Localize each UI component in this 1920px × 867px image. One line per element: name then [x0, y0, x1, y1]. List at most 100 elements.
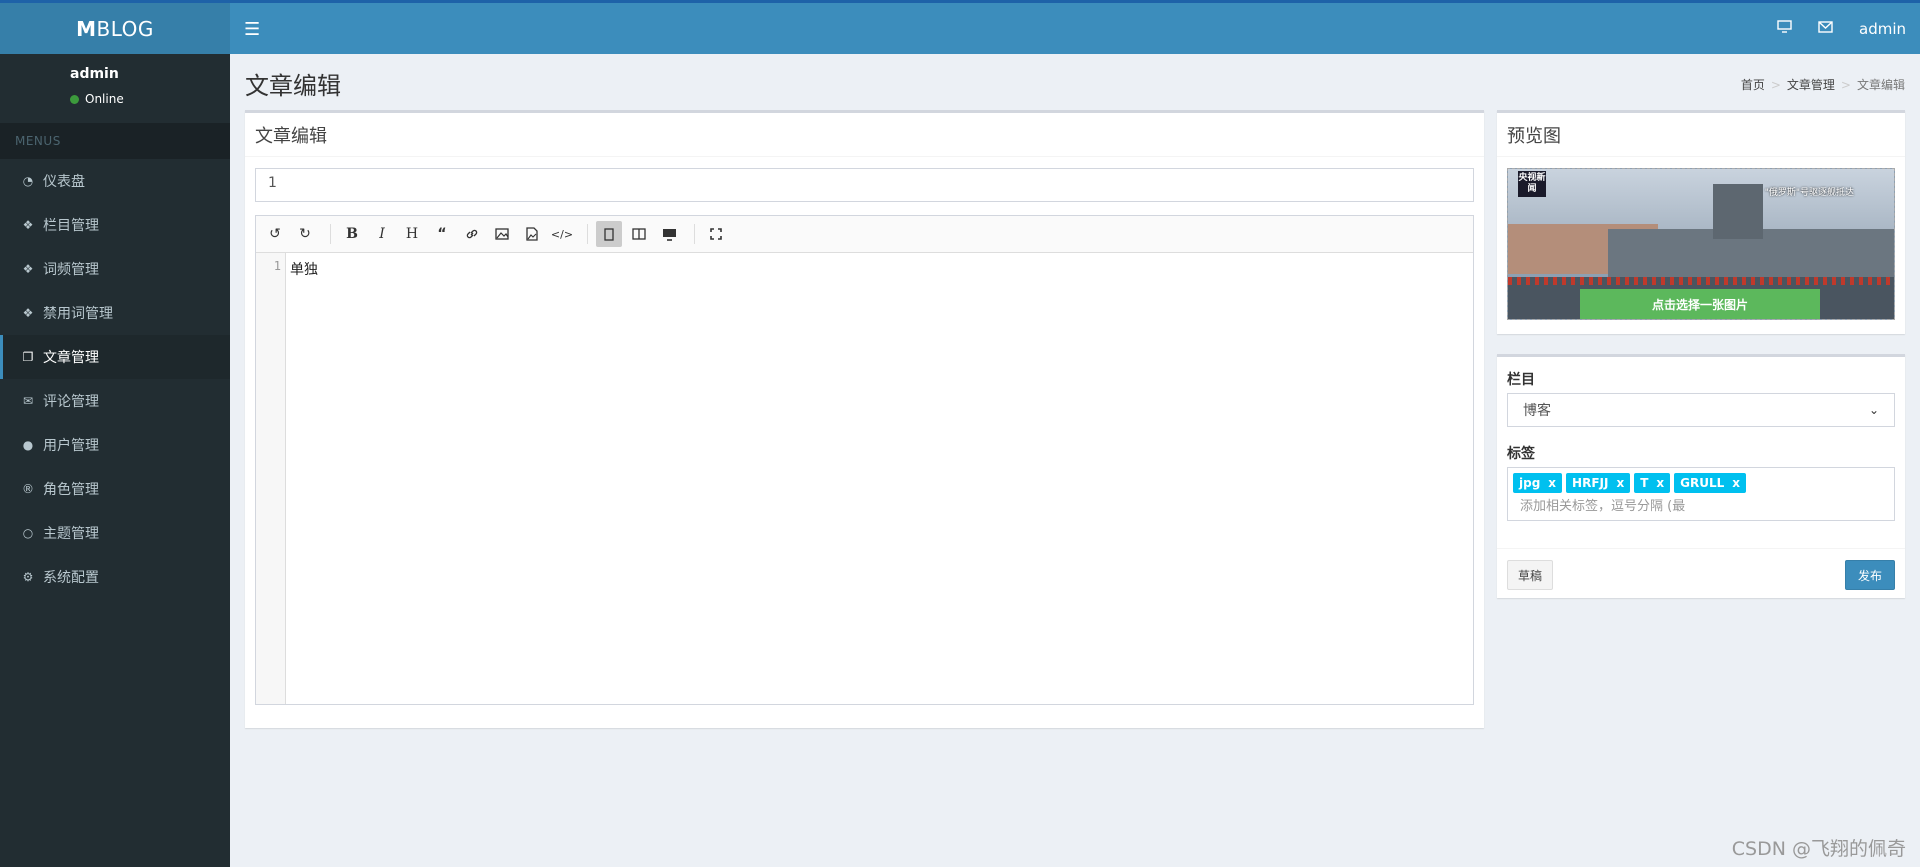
- quote-icon[interactable]: “: [429, 221, 455, 247]
- edit-mode-icon[interactable]: [596, 221, 622, 247]
- image-sky: [1508, 169, 1894, 231]
- envelope-icon[interactable]: [1818, 20, 1833, 37]
- chevron-down-icon: ⌄: [1868, 403, 1879, 417]
- choose-image-button[interactable]: 点击选择一张图片: [1580, 289, 1820, 319]
- undo-icon[interactable]: ↺: [262, 221, 288, 247]
- toolbar-divider: [694, 224, 695, 244]
- link-icon[interactable]: [459, 221, 485, 247]
- article-meta-box: 栏目 博客 ⌄ 标签 jpg x HRFJJ x Tx GRULL x 添加相关标签，逗号分…: [1497, 354, 1905, 598]
- sidebar-item[interactable]: ® 角色管理: [0, 467, 230, 511]
- navbar-user-menu[interactable]: admin: [1859, 20, 1906, 38]
- breadcrumb-separator: >: [1770, 77, 1781, 92]
- desktop-preview-icon[interactable]: [656, 221, 682, 247]
- tag-chip: HRFJJ x: [1566, 473, 1631, 493]
- app-logo[interactable]: M BLOG: [0, 3, 230, 54]
- sidebar-item-label: 主题管理: [43, 526, 99, 542]
- page-title: 文章编辑: [245, 72, 341, 100]
- editor-box: 文章编辑 1 ↺ ↻ B I H “ </> 1 单独: [245, 110, 1484, 728]
- breadcrumb-home[interactable]: 首页: [1741, 76, 1765, 93]
- sidebar-item[interactable]: ● 用户管理: [0, 423, 230, 467]
- tag-label: jpg: [1519, 476, 1541, 490]
- upload-image-icon[interactable]: [519, 221, 545, 247]
- breadcrumb-articles[interactable]: 文章管理: [1787, 76, 1835, 93]
- sidebar-item[interactable]: ◔ 仪表盘: [0, 159, 230, 203]
- footer-divider: [1497, 548, 1905, 549]
- news-logo: 央视新闻: [1518, 171, 1546, 197]
- breadcrumb-current: 文章编辑: [1856, 78, 1905, 92]
- tag-remove-icon[interactable]: x: [1732, 476, 1740, 490]
- sidebar-item[interactable]: ○ 主题管理: [0, 511, 230, 555]
- tag-list: jpg x HRFJJ x Tx GRULL x: [1513, 473, 1889, 493]
- toolbar-divider: [587, 224, 588, 244]
- sidebar-item[interactable]: ❐ 文章管理: [0, 335, 230, 379]
- image-ship-tower: [1713, 184, 1763, 239]
- navbar-right: admin: [1777, 3, 1906, 54]
- category-selected-value: 博客: [1523, 403, 1551, 419]
- sidebar-item-label: 评论管理: [43, 394, 99, 410]
- sidebar-item-label: 词频管理: [43, 262, 99, 278]
- tag-label: T: [1640, 476, 1649, 490]
- sidebar-item-label: 用户管理: [43, 438, 99, 454]
- article-title-input[interactable]: 1: [255, 168, 1474, 202]
- tag-remove-icon[interactable]: x: [1548, 476, 1556, 490]
- fullscreen-icon[interactable]: [703, 221, 729, 247]
- sidebar-item[interactable]: ❖ 栏目管理: [0, 203, 230, 247]
- sidebar-item-label: 文章管理: [43, 350, 99, 366]
- publish-button[interactable]: 发布: [1844, 560, 1895, 590]
- csdn-watermark: CSDN @飞翔的佩奇: [1731, 838, 1906, 860]
- editor-box-title: 文章编辑: [245, 113, 1484, 157]
- tags-input-box[interactable]: jpg x HRFJJ x Tx GRULL x 添加相关标签，逗号分隔 (最: [1507, 467, 1895, 521]
- circle-icon: ○: [22, 526, 34, 540]
- dashboard-icon: ◔: [22, 174, 34, 188]
- editor-content[interactable]: 单独: [290, 259, 318, 279]
- sidebar-item[interactable]: ⚙ 系统配置: [0, 555, 230, 599]
- heading-icon[interactable]: H: [399, 221, 425, 247]
- breadcrumb: 首页 > 文章管理 > 文章编辑: [1741, 76, 1905, 93]
- image-icon[interactable]: [489, 221, 515, 247]
- tag-chip: Tx: [1634, 473, 1671, 493]
- draft-button[interactable]: 草稿: [1507, 560, 1554, 590]
- sidebar-toggle-icon[interactable]: ☰: [244, 19, 260, 40]
- tags-icon: ❖: [22, 218, 34, 232]
- code-icon[interactable]: </>: [549, 221, 575, 247]
- bold-icon[interactable]: B: [339, 221, 365, 247]
- monitor-icon[interactable]: [1777, 20, 1792, 37]
- sidebar-item[interactable]: ✉ 评论管理: [0, 379, 230, 423]
- breadcrumb-separator: >: [1840, 77, 1851, 92]
- tag-chip: jpg x: [1513, 473, 1563, 493]
- sidebar-item[interactable]: ❖ 词频管理: [0, 247, 230, 291]
- redo-icon[interactable]: ↻: [292, 221, 318, 247]
- online-dot-icon: [70, 94, 79, 104]
- user-icon: ●: [22, 438, 34, 452]
- category-select[interactable]: 博客 ⌄: [1507, 393, 1895, 427]
- menu-header: MENUS: [0, 123, 230, 159]
- split-view-icon[interactable]: [626, 221, 652, 247]
- tag-remove-icon[interactable]: x: [1616, 476, 1624, 490]
- markdown-editor: ↺ ↻ B I H “ </> 1 单独: [255, 215, 1474, 705]
- preview-box: 预览图 央视新闻 "俄罗斯"号驱逐舰抵达 点击选择一张图片: [1497, 110, 1905, 334]
- registered-icon: ®: [22, 482, 34, 496]
- sidebar-item-label: 仪表盘: [43, 174, 85, 190]
- tag-remove-icon[interactable]: x: [1656, 476, 1664, 490]
- sidebar-item[interactable]: ❖ 禁用词管理: [0, 291, 230, 335]
- sidebar-user-name: admin: [70, 66, 119, 82]
- tags-icon: ❖: [22, 262, 34, 276]
- category-label: 栏目: [1507, 372, 1535, 388]
- image-crowd: [1508, 277, 1894, 285]
- tags-input[interactable]: 添加相关标签，逗号分隔 (最: [1520, 495, 1889, 514]
- preview-box-title: 预览图: [1497, 113, 1905, 157]
- user-status: Online: [70, 92, 124, 106]
- editor-toolbar: ↺ ↻ B I H “ </>: [256, 216, 1473, 253]
- italic-icon[interactable]: I: [369, 221, 395, 247]
- sidebar: admin Online MENUS ◔ 仪表盘 ❖ 栏目管理 ❖ 词频管理 ❖ 禁用词管理 ❐…: [0, 54, 230, 867]
- tag-label: HRFJJ: [1572, 476, 1609, 490]
- copy-icon: ❐: [22, 350, 34, 364]
- logo-rest: BLOG: [96, 16, 154, 41]
- toolbar-divider: [330, 224, 331, 244]
- tags-icon: ❖: [22, 306, 34, 320]
- sidebar-item-label: 栏目管理: [43, 218, 99, 234]
- sidebar-item-label: 系统配置: [43, 570, 99, 586]
- thumbnail-preview[interactable]: 央视新闻 "俄罗斯"号驱逐舰抵达 点击选择一张图片: [1507, 168, 1895, 320]
- logo-strong: M: [76, 16, 97, 41]
- tags-label: 标签: [1507, 446, 1535, 462]
